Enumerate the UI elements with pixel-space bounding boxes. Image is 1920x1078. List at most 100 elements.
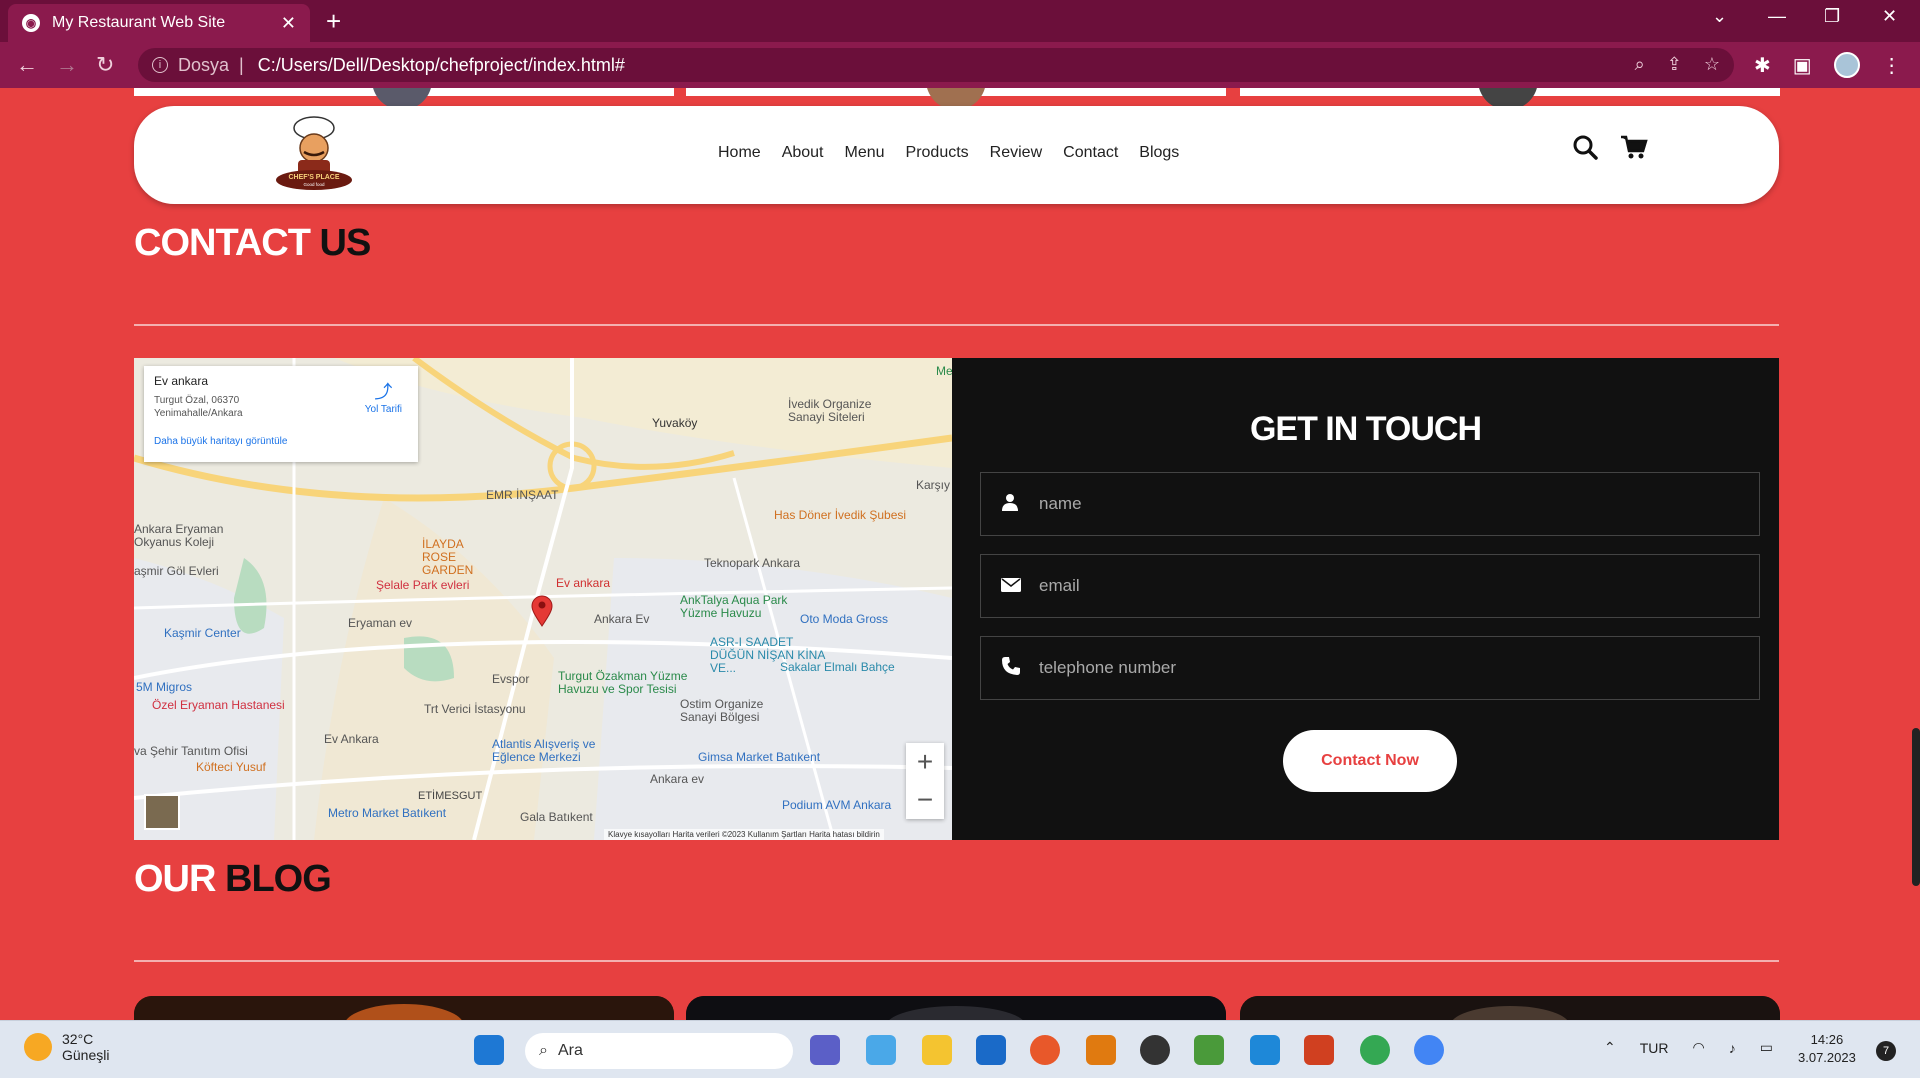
- tab-title: My Restaurant Web Site: [52, 14, 226, 31]
- windows-start-icon[interactable]: [474, 1035, 504, 1065]
- chrome-profile-icon[interactable]: [1414, 1035, 1444, 1065]
- blog-section-title: OUR BLOG: [134, 858, 332, 900]
- blog-card[interactable]: [686, 996, 1226, 1020]
- file-explorer-icon[interactable]: [922, 1035, 952, 1065]
- larger-map-link[interactable]: Daha büyük haritayı görüntüle: [154, 436, 408, 447]
- recorder-icon[interactable]: [1304, 1035, 1334, 1065]
- envelope-icon: [1001, 576, 1023, 597]
- wifi-icon[interactable]: ◠: [1693, 1039, 1705, 1056]
- map-info-card: Ev ankara Turgut Özal, 06370 Yenimahalle…: [144, 366, 418, 462]
- phone-input[interactable]: [1039, 658, 1739, 678]
- name-field[interactable]: [980, 472, 1760, 536]
- nav-review[interactable]: Review: [990, 144, 1042, 162]
- restore-button[interactable]: ❐: [1824, 6, 1840, 27]
- contact-now-button[interactable]: Contact Now: [1283, 730, 1457, 792]
- address-scheme: Dosya: [178, 54, 230, 75]
- nav-menu[interactable]: Menu: [845, 144, 885, 162]
- nav-products[interactable]: Products: [906, 144, 969, 162]
- menu-icon[interactable]: ⋮: [1882, 53, 1902, 78]
- browser-tab[interactable]: ◉ My Restaurant Web Site ✕: [8, 4, 310, 42]
- address-bar[interactable]: i Dosya | C:/Users/Dell/Desktop/chefproj…: [138, 48, 1734, 82]
- vscode-icon[interactable]: [1250, 1035, 1280, 1065]
- firefox-icon[interactable]: [1030, 1035, 1060, 1065]
- browser-toolbar: ← → ↻ i Dosya | C:/Users/Dell/Desktop/ch…: [0, 42, 1920, 88]
- new-tab-button[interactable]: +: [326, 6, 341, 37]
- share-icon[interactable]: ⇪: [1667, 54, 1682, 75]
- clock[interactable]: 14:26 3.07.2023: [1798, 1031, 1856, 1067]
- chef-logo[interactable]: CHEF'S PLACE Good food: [274, 114, 354, 192]
- sun-cloud-icon: [24, 1033, 52, 1061]
- reload-button[interactable]: ↻: [96, 52, 114, 78]
- nav-contact[interactable]: Contact: [1063, 144, 1118, 162]
- search-app-icon[interactable]: [1086, 1035, 1116, 1065]
- user-icon: [1001, 493, 1023, 516]
- temperature: 32°C: [62, 1031, 94, 1047]
- bookmark-star-icon[interactable]: ☆: [1704, 54, 1720, 75]
- forward-button[interactable]: →: [56, 52, 78, 78]
- image-app-icon[interactable]: [1194, 1035, 1224, 1065]
- battery-icon[interactable]: ▭: [1760, 1039, 1773, 1056]
- nav-home[interactable]: Home: [718, 144, 761, 162]
- map-footer: Klavye kısayolları Harita verileri ©2023…: [604, 829, 884, 840]
- map-zoom-control: + −: [906, 743, 944, 819]
- notification-badge[interactable]: 7: [1876, 1041, 1896, 1061]
- email-input[interactable]: [1039, 576, 1739, 596]
- search-icon: ⌕: [539, 1042, 548, 1059]
- search-icon[interactable]: [1572, 134, 1598, 160]
- globe-icon: ◉: [22, 14, 40, 32]
- nav-about[interactable]: About: [782, 144, 824, 162]
- page-viewport: CHEF'S PLACE Good food Home About Menu P…: [0, 88, 1920, 1020]
- address-url: C:/Users/Dell/Desktop/chefproject/index.…: [257, 54, 625, 75]
- system-tray: ⌃ TUR ◠ ♪ ▭: [1604, 1039, 1773, 1056]
- name-input[interactable]: [1039, 494, 1739, 514]
- side-panel-icon[interactable]: ▣: [1793, 53, 1812, 78]
- map-place-address: Turgut Özal, 06370 Yenimahalle/Ankara: [154, 395, 243, 419]
- weather-widget[interactable]: 32°C Güneşli: [24, 1031, 109, 1063]
- logo-text: CHEF'S PLACE: [288, 174, 339, 181]
- zoom-out-button[interactable]: −: [906, 781, 944, 819]
- blog-card[interactable]: [1240, 996, 1780, 1020]
- directions-button[interactable]: ⤴ Yol Tarifi: [365, 378, 402, 415]
- volume-icon[interactable]: ♪: [1729, 1040, 1736, 1056]
- profile-avatar[interactable]: [1833, 52, 1860, 78]
- close-tab-icon[interactable]: ✕: [281, 13, 296, 34]
- app-icon[interactable]: [1140, 1035, 1170, 1065]
- store-icon[interactable]: [866, 1035, 896, 1065]
- browser-tabbar: ◉ My Restaurant Web Site ✕ + ⌄ — ❐ ✕: [0, 0, 1920, 42]
- site-header: CHEF'S PLACE Good food Home About Menu P…: [134, 106, 1779, 204]
- chevron-up-icon[interactable]: ⌃: [1604, 1039, 1616, 1056]
- contact-form-panel: GET IN TOUCH Contact Now: [952, 358, 1779, 840]
- zoom-in-button[interactable]: +: [906, 743, 944, 781]
- language-indicator[interactable]: TUR: [1640, 1040, 1669, 1056]
- extensions-icon[interactable]: ✱: [1754, 53, 1771, 78]
- date: 3.07.2023: [1798, 1050, 1856, 1065]
- search-placeholder: Ara: [557, 1042, 583, 1059]
- blog-card[interactable]: [134, 996, 674, 1020]
- phone-field[interactable]: [980, 636, 1760, 700]
- tab-search-icon[interactable]: ⌄: [1712, 6, 1727, 27]
- close-window-button[interactable]: ✕: [1882, 6, 1897, 27]
- mail-icon[interactable]: [976, 1035, 1006, 1065]
- divider: [134, 960, 1779, 962]
- page-scrollbar[interactable]: [1912, 88, 1920, 1020]
- main-nav: Home About Menu Products Review Contact …: [718, 144, 1179, 162]
- cart-icon[interactable]: [1620, 134, 1648, 160]
- satellite-toggle[interactable]: [144, 794, 180, 830]
- form-title: GET IN TOUCH: [1249, 410, 1482, 448]
- google-map[interactable]: Yuvaköy İvedik Organize Sanayi Siteleri …: [134, 358, 952, 840]
- minimize-button[interactable]: —: [1768, 6, 1786, 27]
- taskbar-search[interactable]: ⌕ Ara: [525, 1033, 793, 1069]
- back-button[interactable]: ←: [16, 52, 38, 78]
- nav-blogs[interactable]: Blogs: [1139, 144, 1179, 162]
- phone-icon: [1001, 656, 1023, 681]
- zoom-icon[interactable]: ⌕: [1635, 54, 1645, 75]
- logo-subtext: Good food: [303, 182, 325, 187]
- chrome-icon[interactable]: [1360, 1035, 1390, 1065]
- weather-condition: Güneşli: [62, 1047, 110, 1063]
- info-icon[interactable]: i: [152, 57, 168, 73]
- contact-section-title: CONTACT US: [134, 222, 371, 264]
- teams-icon[interactable]: [810, 1035, 840, 1065]
- scrollbar-thumb[interactable]: [1912, 728, 1920, 886]
- email-field[interactable]: [980, 554, 1760, 618]
- os-taskbar: 32°C Güneşli ⌕ Ara ⌃ TUR ◠ ♪ ▭ 14:26 3.0…: [0, 1020, 1920, 1078]
